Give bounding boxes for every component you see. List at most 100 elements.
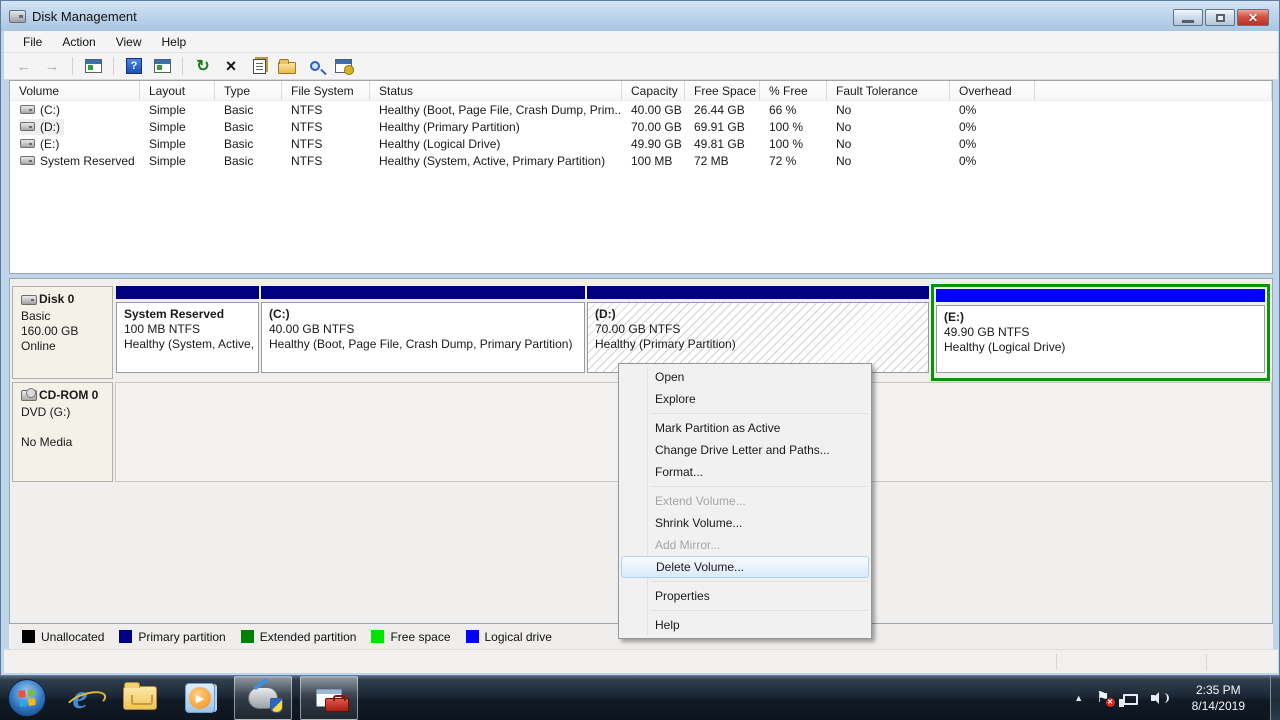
open-icon[interactable]: [277, 56, 297, 76]
volume-layout: Simple: [140, 120, 215, 134]
refresh-icon[interactable]: ↻: [193, 56, 213, 76]
volume-icon: [20, 122, 35, 131]
menu-item-open[interactable]: Open: [621, 366, 869, 388]
col-status[interactable]: Status: [370, 81, 622, 100]
primary-partition-swatch: [119, 630, 132, 643]
menu-help[interactable]: Help: [153, 33, 196, 51]
volume-name: (C:): [40, 103, 60, 117]
action-center-flag-icon[interactable]: ⚑✕: [1096, 691, 1109, 705]
action-center-alert-badge: ✕: [1106, 698, 1115, 707]
show-hidden-icons-button[interactable]: ▲: [1074, 693, 1083, 703]
menu-file[interactable]: File: [14, 33, 51, 51]
taskbar-media-player[interactable]: ▶: [174, 676, 226, 720]
network-icon[interactable]: [1123, 694, 1138, 705]
properties-icon[interactable]: [249, 56, 269, 76]
taskbar-file-explorer[interactable]: [114, 676, 166, 720]
menu-item-shrink-volume[interactable]: Shrink Volume...: [621, 512, 869, 534]
minimize-icon: [1182, 20, 1194, 23]
table-row-system-reserved[interactable]: System Reserved Simple Basic NTFS Health…: [10, 152, 1272, 169]
partition-system-reserved[interactable]: System Reserved 100 MB NTFS Healthy (Sys…: [116, 286, 259, 379]
menu-view[interactable]: View: [107, 33, 151, 51]
toolbar-separator: [113, 57, 114, 75]
help-icon[interactable]: ?: [124, 56, 144, 76]
partition-e-extended[interactable]: (E:) 49.90 GB NTFS Healthy (Logical Driv…: [931, 284, 1270, 381]
col-layout[interactable]: Layout: [140, 81, 215, 100]
forward-icon[interactable]: →: [42, 56, 62, 76]
disk0-label-panel[interactable]: Disk 0 Basic 160.00 GB Online: [12, 286, 113, 379]
status-bar: [4, 649, 1278, 673]
menu-item-properties[interactable]: Properties: [621, 585, 869, 607]
menu-item-delete-volume[interactable]: Delete Volume...: [621, 556, 869, 578]
disk0-size: 160.00 GB: [21, 324, 78, 338]
folder-icon: [123, 686, 157, 710]
find-icon[interactable]: [305, 56, 325, 76]
unallocated-swatch: [22, 630, 35, 643]
volume-icon: [20, 139, 35, 148]
disk0-type: Basic: [21, 309, 50, 323]
col-type[interactable]: Type: [215, 81, 282, 100]
taskbar-disk-management-active[interactable]: [234, 676, 292, 720]
legend-item-free-space: Free space: [371, 630, 450, 644]
show-console-tree-icon[interactable]: [83, 56, 103, 76]
show-action-pane-icon[interactable]: [152, 56, 172, 76]
menu-separator: [651, 486, 868, 487]
table-row-d[interactable]: (D:) Simple Basic NTFS Healthy (Primary …: [10, 118, 1272, 135]
show-desktop-button[interactable]: [1270, 676, 1280, 720]
menu-separator: [651, 413, 868, 414]
volume-icon[interactable]: [1151, 691, 1165, 705]
volume-fault-tolerance: No: [827, 137, 950, 151]
partition-name: (E:): [944, 310, 1264, 325]
col-volume[interactable]: Volume: [10, 81, 140, 100]
partition-size: 49.90 GB NTFS: [944, 325, 1264, 340]
menu-action[interactable]: Action: [53, 33, 104, 51]
legend-item-logical-drive: Logical drive: [466, 630, 552, 644]
volume-pct-free: 66 %: [760, 103, 827, 117]
legend-item-extended: Extended partition: [241, 630, 357, 644]
volume-fs: NTFS: [282, 154, 370, 168]
menu-item-mark-partition-active[interactable]: Mark Partition as Active: [621, 417, 869, 439]
volume-fault-tolerance: No: [827, 154, 950, 168]
taskbar-internet-explorer[interactable]: e: [54, 676, 106, 720]
legend-item-unallocated: Unallocated: [22, 630, 104, 644]
cdrom-label-panel[interactable]: CD-ROM 0 DVD (G:) No Media: [12, 382, 113, 482]
volume-overhead: 0%: [950, 137, 1035, 151]
media-player-icon: ▶: [185, 683, 215, 713]
volume-layout: Simple: [140, 154, 215, 168]
internet-explorer-icon: e: [72, 683, 87, 713]
volume-fs: NTFS: [282, 137, 370, 151]
legend-item-primary: Primary partition: [119, 630, 225, 644]
back-icon[interactable]: ←: [14, 56, 34, 76]
windows-flag-icon: [18, 689, 36, 707]
menu-item-change-drive-letter[interactable]: Change Drive Letter and Paths...: [621, 439, 869, 461]
volume-layout: Simple: [140, 137, 215, 151]
taskbar-clock[interactable]: 2:35 PM 8/14/2019: [1192, 682, 1245, 714]
volume-name: (E:): [40, 137, 59, 151]
menu-item-format[interactable]: Format...: [621, 461, 869, 483]
close-button[interactable]: ✕: [1237, 9, 1269, 26]
start-orb[interactable]: [8, 679, 46, 717]
minimize-button[interactable]: [1173, 9, 1203, 26]
primary-partition-color-bar: [116, 286, 259, 299]
delete-icon[interactable]: ×: [221, 56, 241, 76]
menu-item-help[interactable]: Help: [621, 614, 869, 636]
col-overhead[interactable]: Overhead: [950, 81, 1035, 100]
col-capacity[interactable]: Capacity: [622, 81, 685, 100]
col-fault-tolerance[interactable]: Fault Tolerance: [827, 81, 950, 100]
partition-status: Healthy (Boot, Page File, Crash Dump, Pr…: [269, 337, 584, 352]
volume-capacity: 100 MB: [622, 154, 685, 168]
rescan-disks-icon[interactable]: [333, 56, 353, 76]
logical-drive-color-bar: [936, 289, 1265, 302]
taskbar-computer-management-active[interactable]: [300, 676, 358, 720]
menu-item-explore[interactable]: Explore: [621, 388, 869, 410]
volume-status: Healthy (Logical Drive): [370, 137, 622, 151]
restore-button[interactable]: [1205, 9, 1235, 26]
col-filler: [1035, 81, 1272, 100]
col-pct-free[interactable]: % Free: [760, 81, 827, 100]
disk0-status: Online: [21, 339, 56, 353]
partition-c[interactable]: (C:) 40.00 GB NTFS Healthy (Boot, Page F…: [261, 286, 585, 379]
partition-name: (D:): [595, 307, 928, 322]
col-free-space[interactable]: Free Space: [685, 81, 760, 100]
table-row-e[interactable]: (E:) Simple Basic NTFS Healthy (Logical …: [10, 135, 1272, 152]
col-file-system[interactable]: File System: [282, 81, 370, 100]
table-row-c[interactable]: (C:) Simple Basic NTFS Healthy (Boot, Pa…: [10, 101, 1272, 118]
